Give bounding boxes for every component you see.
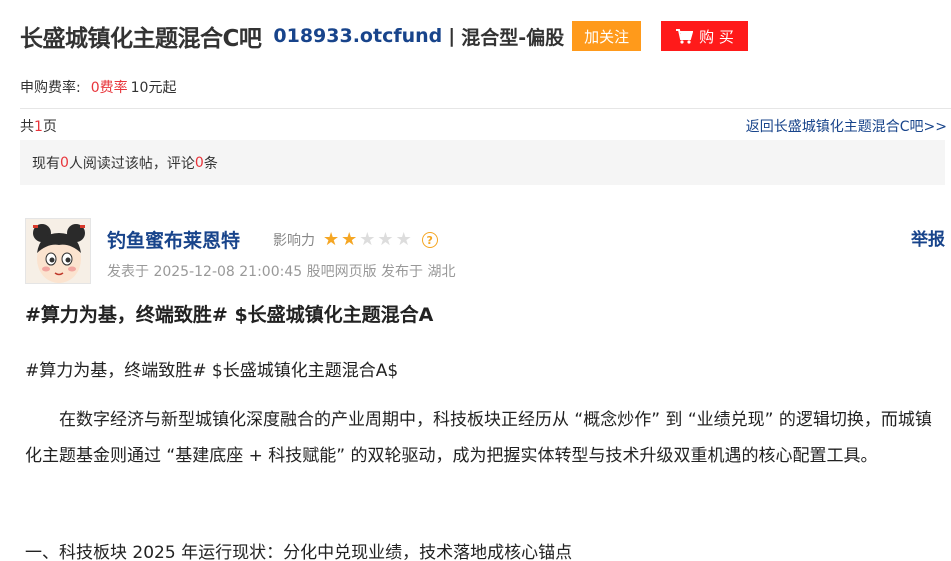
post-topic-line: #算力为基，终端致胜# $长盛城镇化主题混合A$ (25, 361, 399, 381)
page-count-prefix: 共 (20, 119, 34, 135)
star-icon: ★ (395, 229, 412, 250)
fee-minimum: 10元起 (130, 80, 177, 96)
star-icon: ★ (323, 229, 340, 250)
star-icon: ★ (377, 229, 394, 250)
avatar[interactable] (25, 218, 91, 284)
buy-button-label: 购 买 (699, 27, 734, 46)
shopping-cart-icon (676, 29, 694, 44)
header-separator: | (448, 25, 456, 47)
fee-rate: 0费率 (90, 80, 128, 96)
influence-label: 影响力 (273, 233, 315, 249)
stats-suffix: 条 (203, 155, 218, 172)
page-count-number: 1 (34, 119, 43, 135)
star-icon: ★ (341, 229, 358, 250)
divider (20, 108, 951, 109)
page-count-suffix: 页 (42, 119, 57, 135)
read-stats-bar: 现有 0 人阅读过该帖，评论 0 条 (20, 140, 945, 185)
post-meta: 发表于 2025-12-08 21:00:45 股吧网页版 发布于 湖北 (107, 264, 456, 280)
stats-prefix: 现有 (32, 155, 60, 172)
stats-middle: 人阅读过该帖，评论 (68, 155, 195, 172)
bar-header: 长盛城镇化主题混合C吧 018933.otcfund | 混合型-偏股 加关注 … (20, 18, 748, 54)
post-paragraph: 在数字经济与新型城镇化深度融合的产业周期中，科技板块正经历从 “概念炒作” 到 … (25, 410, 932, 466)
buy-button[interactable]: 购 买 (661, 21, 748, 51)
fund-type-label: 混合型-偏股 (461, 26, 565, 49)
influence-stars: ★ ★ ★ ★ ★ (323, 231, 412, 249)
question-circle-icon[interactable]: ? (421, 232, 438, 248)
star-icon: ★ (359, 229, 376, 250)
fee-label: 申购费率: (20, 80, 81, 96)
page-count: 共1页 (20, 116, 57, 136)
follow-button[interactable]: 加关注 (572, 21, 642, 51)
post-section-heading: 一、科技板块 2025 年运行现状：分化中兑现业绩，技术落地成核心锚点 (25, 543, 573, 561)
influence-rating: 影响力 ★ ★ ★ ★ ★ ? (273, 230, 438, 250)
author-name-link[interactable]: 钓鱼蜜布莱恩特 (107, 226, 240, 253)
comment-count: 0 (194, 154, 204, 171)
post-title: #算力为基，终端致胜# $长盛城镇化主题混合A (25, 304, 434, 326)
purchase-fee-row: 申购费率: 0费率 10元起 (20, 77, 176, 97)
reader-count: 0 (60, 154, 69, 171)
bar-title[interactable]: 长盛城镇化主题混合C吧 (20, 19, 262, 53)
fund-code-link[interactable]: 018933.otcfund (273, 25, 442, 47)
avatar-image (26, 219, 90, 283)
report-link[interactable]: 举报 (911, 225, 945, 250)
back-to-bar-link[interactable]: 返回长盛城镇化主题混合C吧>> (746, 116, 947, 136)
